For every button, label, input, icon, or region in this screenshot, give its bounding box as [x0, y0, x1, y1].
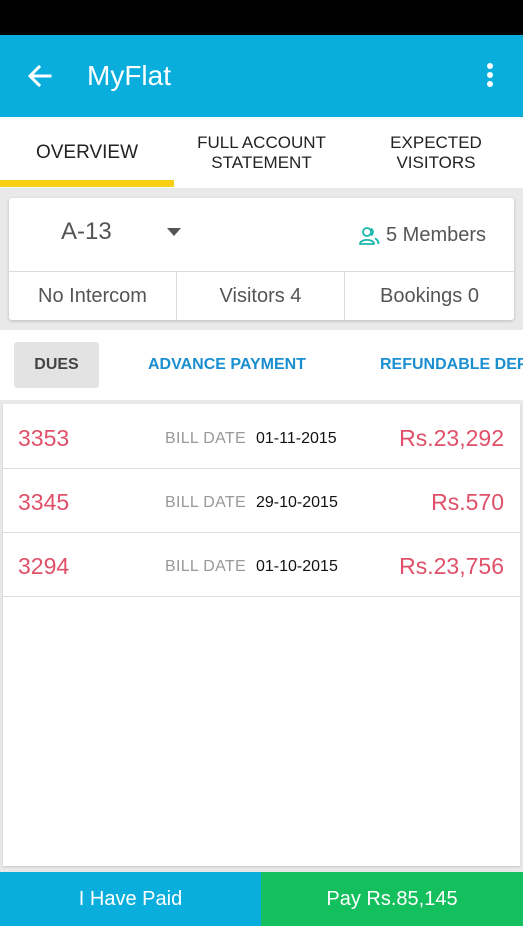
bill-row[interactable]: 3294 BILL DATE 01-10-2015 Rs.23,756 [3, 533, 520, 597]
tab-expected-visitors[interactable]: EXPECTED VISITORS [349, 117, 523, 188]
tab-label-line1: FULL ACCOUNT [197, 132, 326, 152]
subtab-advance-payment[interactable]: ADVANCE PAYMENT [148, 342, 306, 388]
intercom-status[interactable]: No Intercom [9, 272, 176, 320]
app-bar: MyFlat [0, 35, 523, 117]
i-have-paid-button[interactable]: I Have Paid [0, 872, 261, 926]
visitors-count[interactable]: Visitors 4 [177, 272, 344, 320]
bill-number: 3353 [18, 425, 70, 451]
bill-amount: Rs.23,292 [399, 425, 504, 451]
bill-row[interactable]: 3345 BILL DATE 29-10-2015 Rs.570 [3, 469, 520, 533]
back-arrow-icon[interactable] [24, 60, 56, 92]
tab-overview[interactable]: OVERVIEW [0, 117, 174, 188]
members-count: 5 Members [386, 224, 487, 246]
bill-date: 01-10-2015 [256, 558, 338, 575]
app-title: MyFlat [87, 60, 171, 91]
bill-amount: Rs.23,756 [399, 553, 504, 579]
bookings-count[interactable]: Bookings 0 [345, 272, 514, 320]
tab-full-account-statement[interactable]: FULL ACCOUNT STATEMENT [174, 117, 349, 188]
tab-label-line1: EXPECTED [390, 132, 482, 152]
flat-summary-card: A-13 5 Members No Intercom Visitors 4 Bo… [9, 198, 514, 320]
bill-date-label: BILL DATE [165, 430, 246, 447]
members-icon [359, 226, 380, 245]
bill-number: 3294 [18, 553, 70, 579]
tab-label: OVERVIEW [35, 141, 139, 163]
bill-number: 3345 [18, 489, 70, 515]
active-tab-indicator [0, 180, 174, 187]
status-bar [0, 0, 523, 35]
tab-label-line2: VISITORS [396, 152, 476, 172]
dropdown-caret-icon[interactable] [167, 228, 181, 236]
flat-selector[interactable]: A-13 [61, 218, 112, 246]
members-link[interactable]: 5 Members [358, 224, 486, 247]
bill-date: 29-10-2015 [256, 494, 338, 511]
bill-amount: Rs.570 [431, 489, 504, 515]
bill-date: 01-11-2015 [256, 430, 337, 447]
tab-label-line2: STATEMENT [211, 152, 312, 172]
pay-now-button[interactable]: Pay Rs.85,145 [261, 872, 523, 926]
more-options-icon[interactable] [478, 58, 502, 94]
subtab-dues[interactable]: DUES [14, 342, 99, 388]
subtab-refundable-deposit[interactable]: REFUNDABLE DEPOSIT [380, 342, 523, 388]
bill-date-label: BILL DATE [165, 558, 246, 575]
payment-subtabs: DUES ADVANCE PAYMENT REFUNDABLE DEPOSIT [0, 330, 523, 400]
bill-date-label: BILL DATE [165, 494, 246, 511]
bill-row[interactable]: 3353 BILL DATE 01-11-2015 Rs.23,292 [3, 405, 520, 469]
top-tabs: OVERVIEW FULL ACCOUNT STATEMENT EXPECTED… [0, 117, 523, 188]
bills-list: 3353 BILL DATE 01-11-2015 Rs.23,292 3345… [3, 404, 520, 866]
